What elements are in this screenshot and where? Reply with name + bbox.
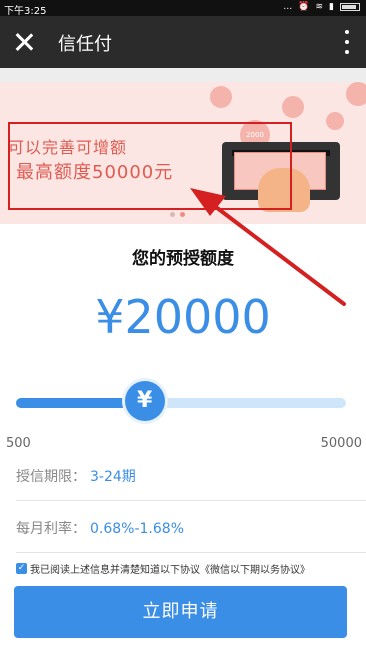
slider-min-label: 500 xyxy=(6,436,31,451)
pagination-dot-active[interactable] xyxy=(180,212,185,217)
period-label: 授信期限： xyxy=(16,469,86,485)
close-icon[interactable] xyxy=(12,30,36,54)
banner-pagination[interactable] xyxy=(170,212,185,217)
wifi-icon: ≋ xyxy=(315,2,324,12)
agreement-text[interactable]: 我已阅读上述信息并清楚知道以下协议《微信以下期以务协议》 xyxy=(30,561,310,576)
rate-value: 0.68%-1.68% xyxy=(90,521,185,537)
coin-decoration xyxy=(210,86,232,108)
rate-label: 每月利率： xyxy=(16,521,86,537)
divider xyxy=(16,500,366,501)
top-spacer xyxy=(0,68,366,82)
coin-decoration xyxy=(326,112,344,130)
period-value: 3-24期 xyxy=(90,469,136,485)
agreement-row: ✓ 我已阅读上述信息并清楚知道以下协议《微信以下期以务协议》 xyxy=(16,561,310,576)
signal-icon: ▮ xyxy=(329,2,334,12)
coin-decoration xyxy=(346,82,366,106)
mute-icon: … xyxy=(283,2,293,12)
preauth-title: 您的预授额度 xyxy=(132,249,234,269)
preauth-amount: ¥20000 xyxy=(95,290,271,344)
status-icons: … ⏰ ≋ ▮ xyxy=(283,2,360,12)
annotation-highlight-box xyxy=(8,122,292,210)
pagination-dot[interactable] xyxy=(170,212,175,217)
status-time: 下午3:25 xyxy=(4,6,47,17)
battery-icon xyxy=(340,3,360,11)
slider-max-label: 50000 xyxy=(320,436,362,451)
period-row: 授信期限： 3-24期 xyxy=(16,466,136,486)
alarm-icon: ⏰ xyxy=(298,2,310,12)
yen-icon[interactable]: ¥ xyxy=(124,381,165,421)
page-title: 信任付 xyxy=(58,34,112,55)
coin-decoration xyxy=(282,96,304,118)
more-vertical-icon[interactable] xyxy=(344,30,350,54)
divider xyxy=(16,552,366,553)
status-bar: 下午3:25 … ⏰ ≋ ▮ xyxy=(0,0,366,17)
agreement-checkbox[interactable]: ✓ xyxy=(16,563,27,574)
apply-now-button[interactable]: 立即申请 xyxy=(14,586,347,638)
nav-bar: 信任付 xyxy=(0,16,366,68)
rate-row: 每月利率： 0.68%-1.68% xyxy=(16,518,184,538)
